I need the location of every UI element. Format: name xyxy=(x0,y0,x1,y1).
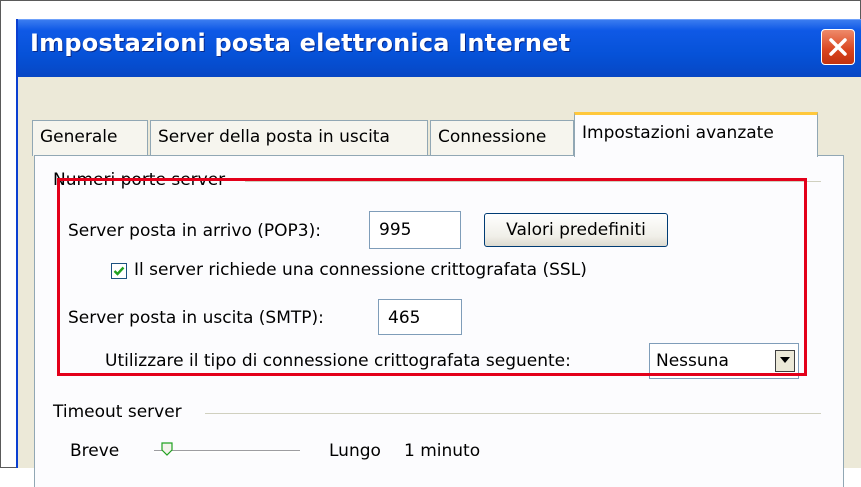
incoming-port-field[interactable]: 995 xyxy=(369,211,461,249)
timeout-long-label: Lungo xyxy=(329,441,381,461)
chevron-down-icon xyxy=(780,357,790,363)
default-values-button[interactable]: Valori predefiniti xyxy=(484,213,668,247)
tab-label: Generale xyxy=(40,127,118,147)
outgoing-port-field[interactable]: 465 xyxy=(378,299,462,335)
dropdown-arrow-button[interactable] xyxy=(775,350,795,372)
window-title: Impostazioni posta elettronica Internet xyxy=(30,29,571,57)
title-bar[interactable]: Impostazioni posta elettronica Internet xyxy=(18,19,861,77)
checkmark-icon xyxy=(113,266,125,276)
tab-label: Connessione xyxy=(438,127,547,147)
timeout-value: 1 minuto xyxy=(404,441,481,461)
close-button[interactable] xyxy=(821,29,855,65)
encryption-type-select[interactable]: Nessuna xyxy=(649,343,799,379)
group-divider xyxy=(205,413,821,414)
incoming-server-label: Server posta in arrivo (POP3): xyxy=(68,221,321,241)
timeout-group-label: Timeout server xyxy=(53,402,182,422)
outgoing-server-label: Server posta in uscita (SMTP): xyxy=(68,308,324,328)
encryption-type-value: Nessuna xyxy=(656,351,729,371)
tab-panel: Numeri porte server Server posta in arri… xyxy=(34,155,844,487)
timeout-slider-thumb[interactable] xyxy=(161,442,173,456)
tab-label: Server della posta in uscita xyxy=(158,127,390,147)
group-divider xyxy=(245,181,821,182)
timeout-short-label: Breve xyxy=(70,441,120,461)
tab-connessione[interactable]: Connessione xyxy=(430,120,574,156)
outgoing-port-value: 465 xyxy=(388,308,421,328)
tab-impostazioni-avanzate[interactable]: Impostazioni avanzate xyxy=(574,112,818,157)
dialog-window: Impostazioni posta elettronica Internet … xyxy=(16,19,861,487)
tab-server-posta-uscita[interactable]: Server della posta in uscita xyxy=(150,120,428,156)
server-ports-group-label: Numeri porte server xyxy=(53,170,226,190)
tab-generale[interactable]: Generale xyxy=(32,120,148,156)
incoming-port-value: 995 xyxy=(379,220,412,240)
encryption-type-label: Utilizzare il tipo di connessione critto… xyxy=(105,351,571,371)
default-values-label: Valori predefiniti xyxy=(506,220,646,240)
ssl-checkbox[interactable] xyxy=(111,263,127,279)
tab-label: Impostazioni avanzate xyxy=(582,123,774,143)
ssl-checkbox-label[interactable]: Il server richiede una connessione critt… xyxy=(134,260,587,280)
close-icon xyxy=(829,38,847,56)
timeout-slider-track[interactable] xyxy=(154,450,300,453)
